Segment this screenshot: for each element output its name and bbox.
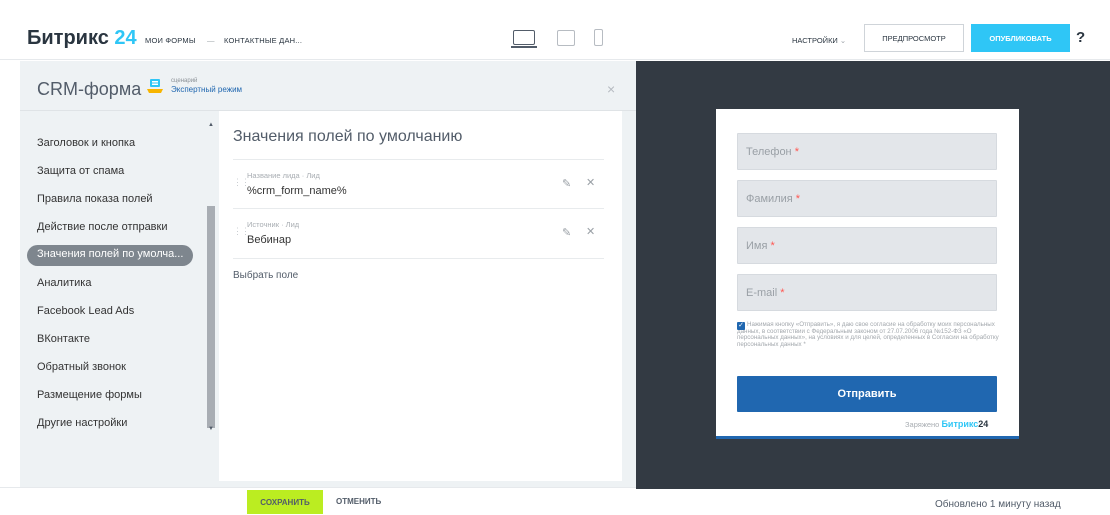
sidebar-item-default-values[interactable]: Значения полей по умолча... bbox=[27, 245, 193, 266]
submit-button[interactable]: Отправить bbox=[737, 376, 997, 412]
field-value[interactable]: %crm_form_name% bbox=[247, 185, 347, 197]
field-label: Источник · Лид bbox=[247, 220, 300, 229]
field-placeholder: Имя bbox=[746, 240, 768, 252]
scenario-mode-link[interactable]: Экспертный режим bbox=[171, 85, 242, 94]
powered-by-label: Заряжено bbox=[905, 420, 940, 429]
breadcrumb-contact-data[interactable]: Контактные дан... bbox=[224, 36, 302, 45]
scenario-label: сценарий bbox=[171, 78, 198, 84]
sidebar-item-other-settings[interactable]: Другие настройки bbox=[37, 417, 127, 429]
scenario-icon bbox=[147, 79, 163, 93]
powered-by-brand: Битрикс bbox=[941, 419, 979, 429]
field-label: Название лида · Лид bbox=[247, 171, 320, 180]
sidebar-item-after-submit[interactable]: Действие после отправки bbox=[37, 221, 168, 233]
logo-text: Битрикс bbox=[27, 27, 109, 49]
field-placeholder: Фамилия bbox=[746, 193, 793, 205]
chevron-down-icon: ⌄ bbox=[839, 36, 847, 45]
divider bbox=[233, 159, 604, 160]
field-placeholder: E-mail bbox=[746, 287, 778, 299]
edit-icon[interactable]: ✎ bbox=[562, 226, 571, 239]
logo-number: 24 bbox=[114, 27, 137, 49]
preview-button[interactable]: Предпросмотр bbox=[864, 24, 964, 52]
remove-icon[interactable]: ✕ bbox=[586, 225, 595, 238]
sidebar-item-callback[interactable]: Обратный звонок bbox=[37, 361, 126, 373]
edit-icon[interactable]: ✎ bbox=[562, 177, 571, 190]
scroll-down-icon[interactable]: ▼ bbox=[208, 426, 214, 432]
save-button[interactable]: Сохранить bbox=[247, 490, 323, 514]
consent-text: Нажимая кнопку «Отправить», я даю свое с… bbox=[737, 321, 999, 348]
settings-dropdown[interactable]: Настройки ⌄ bbox=[792, 36, 846, 45]
sidebar-item-field-rules[interactable]: Правила показа полей bbox=[37, 193, 153, 205]
required-mark: * bbox=[794, 146, 799, 158]
bitrix24-logo[interactable]: Битрикс 24 bbox=[27, 27, 137, 50]
sidebar-item-spam-protection[interactable]: Защита от спама bbox=[37, 165, 124, 177]
consent-checkbox[interactable]: ✓ bbox=[737, 322, 745, 330]
cancel-button[interactable]: Отменить bbox=[336, 497, 381, 506]
phone-icon[interactable] bbox=[594, 29, 603, 46]
first-name-field[interactable]: Имя * bbox=[737, 227, 997, 264]
laptop-icon[interactable] bbox=[511, 28, 537, 49]
required-mark: * bbox=[795, 193, 801, 205]
sidebar-scrollbar[interactable] bbox=[207, 206, 215, 428]
email-field[interactable]: E-mail * bbox=[737, 274, 997, 311]
publish-button[interactable]: Опубликовать bbox=[971, 24, 1070, 52]
settings-label: Настройки bbox=[792, 36, 838, 45]
powered-by-number: 24 bbox=[978, 419, 989, 429]
breadcrumb-separator: — bbox=[207, 36, 215, 45]
field-value[interactable]: Вебинар bbox=[247, 234, 291, 246]
remove-icon[interactable]: ✕ bbox=[586, 176, 595, 189]
select-field-link[interactable]: Выбрать поле bbox=[233, 270, 298, 281]
tablet-icon[interactable] bbox=[557, 30, 575, 46]
panel-title: CRM-форма bbox=[37, 79, 142, 99]
sidebar-item-title-button[interactable]: Заголовок и кнопка bbox=[37, 137, 135, 149]
powered-by[interactable]: Заряжено Битрикс24 bbox=[905, 419, 988, 429]
updated-status: Обновлено 1 минуту назад bbox=[935, 499, 1061, 510]
scroll-up-icon[interactable]: ▲ bbox=[208, 122, 214, 128]
sidebar-item-facebook-lead-ads[interactable]: Facebook Lead Ads bbox=[37, 305, 134, 317]
sidebar-item-form-placement[interactable]: Размещение формы bbox=[37, 389, 142, 401]
help-icon[interactable]: ? bbox=[1076, 29, 1085, 46]
content-heading: Значения полей по умолчанию bbox=[233, 128, 463, 145]
last-name-field[interactable]: Фамилия * bbox=[737, 180, 997, 217]
required-mark: * bbox=[770, 240, 775, 252]
divider bbox=[233, 208, 604, 209]
sidebar-item-vkontakte[interactable]: ВКонтакте bbox=[37, 333, 90, 345]
breadcrumb-my-forms[interactable]: Мои формы bbox=[145, 36, 196, 45]
sidebar-item-analytics[interactable]: Аналитика bbox=[37, 277, 91, 289]
required-mark: * bbox=[780, 287, 785, 299]
content-area bbox=[219, 111, 622, 481]
phone-field[interactable]: Телефон * bbox=[737, 133, 997, 170]
close-icon[interactable]: × bbox=[607, 81, 615, 97]
field-placeholder: Телефон bbox=[746, 146, 792, 158]
divider bbox=[233, 258, 604, 259]
